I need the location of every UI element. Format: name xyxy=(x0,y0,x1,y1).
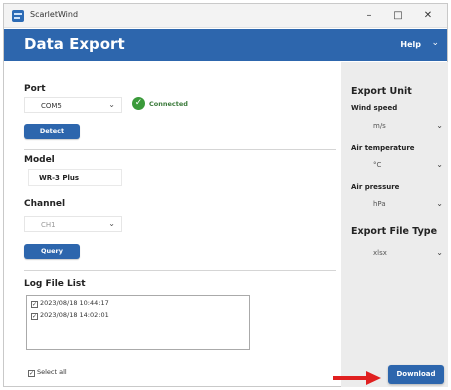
divider xyxy=(24,270,336,271)
chevron-down-icon: ⌄ xyxy=(108,219,115,228)
log-file-list[interactable]: ✓ 2023/08/18 10:44:17 ✓ 2023/08/18 14:02:0… xyxy=(26,295,250,350)
log-file-list-label: Log File List xyxy=(24,279,86,289)
log-file-name: 2023/08/18 14:02:01 xyxy=(40,311,109,319)
help-chevron-down-icon[interactable]: ⌄ xyxy=(431,38,439,48)
app-window: ScarletWind – □ ✕ Data Export Help ⌄ Por… xyxy=(3,3,448,387)
list-item[interactable]: ✓ 2023/08/18 14:02:01 xyxy=(31,311,109,320)
select-all-checkbox[interactable]: ✓ Select all xyxy=(28,368,67,377)
chevron-down-icon: ⌄ xyxy=(436,121,443,130)
channel-select[interactable]: CH1 ⌄ xyxy=(24,216,122,232)
list-item[interactable]: ✓ 2023/08/18 10:44:17 xyxy=(31,299,109,308)
select-all-label: Select all xyxy=(37,368,67,376)
checkbox-checked-icon[interactable]: ✓ xyxy=(31,301,38,308)
chevron-down-icon: ⌄ xyxy=(108,100,115,109)
detect-button[interactable]: Detect xyxy=(24,124,80,139)
model-value: WR-3 Plus xyxy=(39,174,80,182)
air-pressure-value: hPa xyxy=(373,200,386,208)
port-select[interactable]: COM5 ⌄ xyxy=(24,97,122,113)
air-temperature-select[interactable]: °C ⌄ xyxy=(351,157,445,174)
title-bar[interactable]: ScarletWind – □ ✕ xyxy=(4,4,447,28)
page-header: Data Export Help ⌄ xyxy=(4,29,447,61)
check-circle-icon: ✓ xyxy=(132,97,145,110)
export-settings-panel: Export Unit Wind speed m/s ⌄ Air tempera… xyxy=(341,62,448,387)
export-file-type-select[interactable]: xlsx ⌄ xyxy=(351,245,445,262)
channel-label: Channel xyxy=(24,199,66,209)
wind-speed-value: m/s xyxy=(373,122,386,130)
log-file-name: 2023/08/18 10:44:17 xyxy=(40,299,109,307)
checkbox-checked-icon[interactable]: ✓ xyxy=(31,313,38,320)
export-unit-heading: Export Unit xyxy=(351,86,412,97)
air-pressure-select[interactable]: hPa ⌄ xyxy=(351,196,445,213)
channel-select-value: CH1 xyxy=(41,221,56,229)
air-temperature-value: °C xyxy=(373,161,382,169)
port-label: Port xyxy=(24,84,46,94)
download-button[interactable]: Download xyxy=(388,365,444,384)
minimize-button[interactable]: – xyxy=(355,7,383,24)
chevron-down-icon: ⌄ xyxy=(436,248,443,257)
page-title: Data Export xyxy=(24,35,125,53)
app-logo-icon xyxy=(12,10,24,22)
wind-speed-label: Wind speed xyxy=(351,104,398,112)
chevron-down-icon: ⌄ xyxy=(436,160,443,169)
port-select-value: COM5 xyxy=(41,102,62,110)
model-value-box: WR-3 Plus xyxy=(28,169,122,186)
query-button[interactable]: Query xyxy=(24,244,80,259)
maximize-button[interactable]: □ xyxy=(384,7,412,24)
window-title: ScarletWind xyxy=(30,10,79,19)
air-pressure-label: Air pressure xyxy=(351,183,400,191)
red-arrow-icon xyxy=(333,371,381,385)
help-menu[interactable]: Help xyxy=(400,40,421,49)
close-button[interactable]: ✕ xyxy=(414,7,442,24)
export-file-type-heading: Export File Type xyxy=(351,226,438,237)
connection-status-text: Connected xyxy=(149,100,188,108)
checkbox-checked-icon[interactable]: ✓ xyxy=(28,370,35,377)
air-temperature-label: Air temperature xyxy=(351,144,415,152)
model-label: Model xyxy=(24,155,55,165)
wind-speed-select[interactable]: m/s ⌄ xyxy=(351,118,445,135)
chevron-down-icon: ⌄ xyxy=(436,199,443,208)
divider xyxy=(24,149,336,150)
export-file-type-value: xlsx xyxy=(373,249,387,257)
